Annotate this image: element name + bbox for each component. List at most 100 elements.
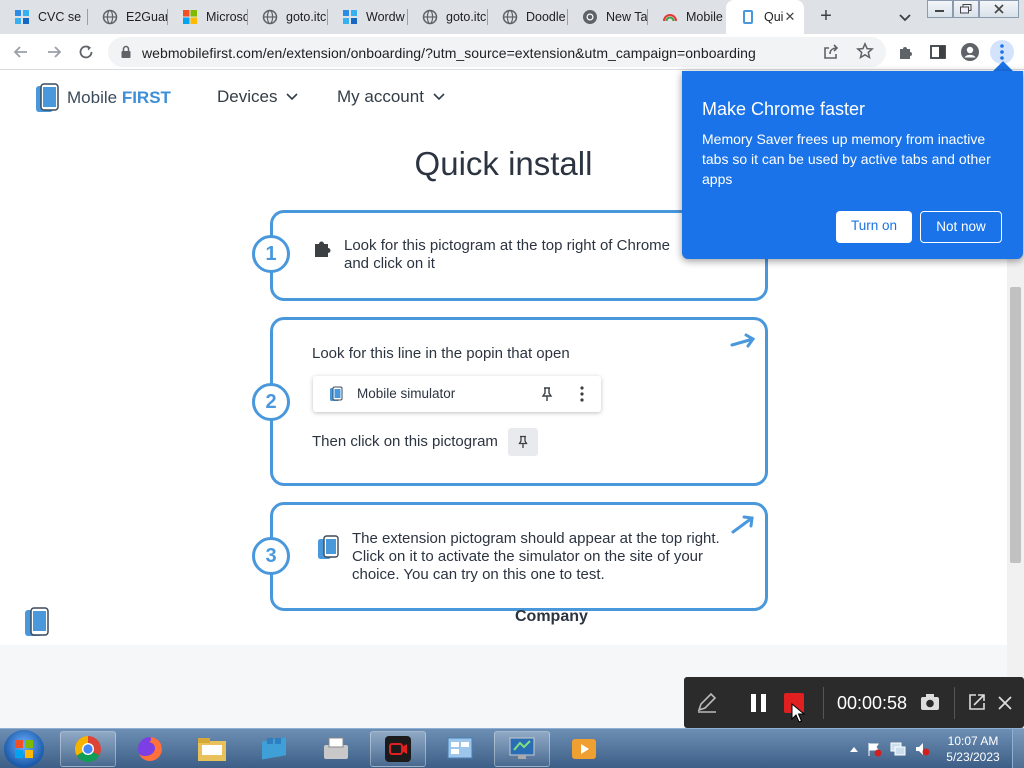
mobile-first-logo-icon[interactable] xyxy=(24,606,50,638)
mobile-first-extension-icon xyxy=(317,535,341,566)
step-3-text: The extension pictogram should appear at… xyxy=(352,530,720,583)
expand-icon[interactable] xyxy=(968,693,986,716)
tab-title: goto.itc xyxy=(446,10,487,24)
tab-3[interactable]: goto.itc xyxy=(248,0,328,34)
recording-timer: 00:00:58 xyxy=(837,693,908,713)
taskbar-recorder-icon[interactable] xyxy=(370,731,426,767)
pin-icon xyxy=(541,386,553,407)
tab-title: Microsc xyxy=(206,10,248,24)
taskbar-firefox-icon[interactable] xyxy=(122,731,178,767)
tab-title: E2Guar xyxy=(126,10,168,24)
brand-name[interactable]: Mobile FIRST xyxy=(67,88,171,108)
tab-2[interactable]: Microsc xyxy=(168,0,248,34)
tab-7[interactable]: New Ta xyxy=(568,0,648,34)
close-tab-icon[interactable]: ✕ xyxy=(782,9,798,25)
tab-title: CVC se xyxy=(38,10,82,24)
popin-line-example: Mobile simulator xyxy=(313,376,601,412)
tray-network-icon[interactable] xyxy=(890,741,906,757)
start-button[interactable] xyxy=(4,730,44,768)
bubble-title: Make Chrome faster xyxy=(702,99,866,119)
chrome-icon xyxy=(582,9,598,25)
tab-1[interactable]: E2Guar xyxy=(88,0,168,34)
tray-flag-icon[interactable] xyxy=(866,741,882,757)
popin-label: Mobile simulator xyxy=(357,386,456,401)
extensions-puzzle-icon[interactable] xyxy=(894,40,918,64)
side-panel-icon[interactable] xyxy=(926,40,950,64)
globe-icon xyxy=(102,9,118,25)
globe-icon xyxy=(262,9,278,25)
taskbar-media-player-icon[interactable] xyxy=(556,731,612,767)
close-icon[interactable] xyxy=(997,695,1013,716)
browser-toolbar: webmobilefirst.com/en/extension/onboardi… xyxy=(0,34,1024,70)
tab-6[interactable]: Doodle xyxy=(488,0,568,34)
clock-time: 10:07 AM xyxy=(947,734,999,748)
chevron-down-icon xyxy=(433,93,445,101)
taskbar-clock[interactable]: 10:07 AM 5/23/2023 xyxy=(944,733,1002,765)
microsoft-logo-icon xyxy=(182,9,198,25)
step-number-2: 2 xyxy=(252,383,290,421)
restore-button[interactable] xyxy=(953,0,979,18)
tab-strip: CVC se E2Guar Microsc goto.itc Wordw got… xyxy=(0,0,1024,34)
tab-title: New Ta xyxy=(606,10,648,24)
chevron-down-icon[interactable] xyxy=(894,6,916,28)
globe-icon xyxy=(502,9,518,25)
step-2-then-text: Then click on this pictogram xyxy=(312,433,498,450)
show-desktop-button[interactable] xyxy=(1012,729,1024,768)
globe-icon xyxy=(422,9,438,25)
step-number-1: 1 xyxy=(252,235,290,273)
tab-4[interactable]: Wordw xyxy=(328,0,408,34)
taskbar-control-panel-icon[interactable] xyxy=(432,731,488,767)
rainbow-icon xyxy=(662,9,678,25)
minimize-button[interactable] xyxy=(927,0,953,18)
tab-0[interactable]: CVC se xyxy=(0,0,88,34)
phone-icon xyxy=(740,9,756,25)
tab-5[interactable]: goto.itc xyxy=(408,0,488,34)
taskbar-fax-icon[interactable] xyxy=(308,731,364,767)
tab-8[interactable]: Mobile xyxy=(648,0,726,34)
tray-volume-muted-icon[interactable] xyxy=(914,741,930,757)
back-icon[interactable] xyxy=(9,40,33,64)
windows-taskbar: 10:07 AM 5/23/2023 xyxy=(0,728,1024,768)
tab-title: Qui xyxy=(764,10,784,24)
mobile-first-logo-icon[interactable] xyxy=(35,83,59,113)
tab-title: Mobile xyxy=(686,10,723,24)
taskbar-remote-desktop-icon[interactable] xyxy=(494,731,550,767)
close-window-button[interactable] xyxy=(979,0,1019,18)
camera-icon[interactable] xyxy=(920,693,940,716)
kebab-menu-icon xyxy=(579,385,585,408)
taskbar-chrome-icon[interactable] xyxy=(60,731,116,767)
footer-company-heading: Company xyxy=(515,608,588,625)
step-2-text: Look for this line in the popin that ope… xyxy=(312,345,570,362)
extensions-puzzle-icon xyxy=(313,237,335,264)
clock-date: 5/23/2023 xyxy=(946,750,1000,764)
turn-on-button[interactable]: Turn on xyxy=(836,211,912,243)
tab-title: Wordw xyxy=(366,10,405,24)
pin-icon xyxy=(508,428,538,456)
grid-logo-icon xyxy=(14,9,30,25)
bookmark-star-icon[interactable] xyxy=(855,41,875,65)
forward-icon[interactable] xyxy=(42,40,66,64)
pen-icon[interactable] xyxy=(696,691,718,718)
arrow-up-right-icon xyxy=(731,515,754,534)
profile-avatar-icon[interactable] xyxy=(958,40,982,64)
taskbar-puzzle-app-icon[interactable] xyxy=(246,731,302,767)
bubble-text: Memory Saver frees up memory from inacti… xyxy=(702,131,991,187)
share-icon[interactable] xyxy=(822,43,840,66)
chevron-down-icon xyxy=(286,93,299,101)
taskbar-explorer-icon[interactable] xyxy=(184,731,240,767)
not-now-button[interactable]: Not now xyxy=(920,211,1002,243)
nav-my-account[interactable]: My account xyxy=(337,87,445,107)
screen-recorder-bar: 00:00:58 xyxy=(684,677,1024,728)
nav-devices[interactable]: Devices xyxy=(217,87,299,107)
url-text: webmobilefirst.com/en/extension/onboardi… xyxy=(142,45,756,61)
scrollbar-thumb[interactable] xyxy=(1010,287,1021,563)
nav-devices-label: Devices xyxy=(217,87,278,106)
tab-9-active[interactable]: Qui ✕ xyxy=(726,0,804,34)
reload-icon[interactable] xyxy=(74,40,98,64)
tray-expand-icon[interactable] xyxy=(846,741,862,757)
address-bar[interactable]: webmobilefirst.com/en/extension/onboardi… xyxy=(108,37,886,67)
new-tab-icon[interactable]: + xyxy=(814,5,838,29)
pause-icon[interactable] xyxy=(750,694,768,717)
nav-my-account-label: My account xyxy=(337,87,424,106)
step-1-text: Look for this pictogram at the top right… xyxy=(344,237,670,272)
